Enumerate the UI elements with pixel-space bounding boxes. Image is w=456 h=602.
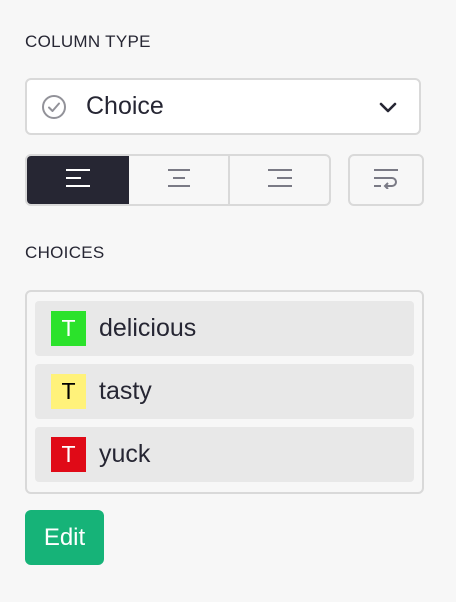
alignment-toggle-group xyxy=(25,154,331,206)
choice-item-tasty: T tasty xyxy=(35,364,414,419)
column-type-value: Choice xyxy=(86,92,164,120)
align-right-icon xyxy=(267,167,293,194)
wrap-text-icon xyxy=(372,167,400,194)
column-type-label: COLUMN TYPE xyxy=(25,32,151,51)
choices-label: CHOICES xyxy=(25,243,105,262)
align-left-button[interactable] xyxy=(27,156,129,204)
choice-label: delicious xyxy=(99,314,197,342)
choice-item-yuck: T yuck xyxy=(35,427,414,482)
choice-swatch: T xyxy=(51,311,86,346)
align-center-button[interactable] xyxy=(129,156,230,204)
column-type-select[interactable]: Choice xyxy=(25,78,421,135)
align-right-button[interactable] xyxy=(230,156,329,204)
choice-label: tasty xyxy=(99,377,152,405)
choice-swatch: T xyxy=(51,374,86,409)
choices-list: T delicious T tasty T yuck xyxy=(25,290,424,494)
check-circle-icon xyxy=(41,94,67,120)
choice-item-delicious: T delicious xyxy=(35,301,414,356)
edit-choices-button[interactable]: Edit xyxy=(25,510,104,565)
choice-label: yuck xyxy=(99,440,151,468)
align-left-icon xyxy=(65,167,91,194)
chevron-down-icon xyxy=(377,96,399,118)
wrap-text-button[interactable] xyxy=(348,154,424,206)
choice-swatch: T xyxy=(51,437,86,472)
align-center-icon xyxy=(166,167,192,194)
